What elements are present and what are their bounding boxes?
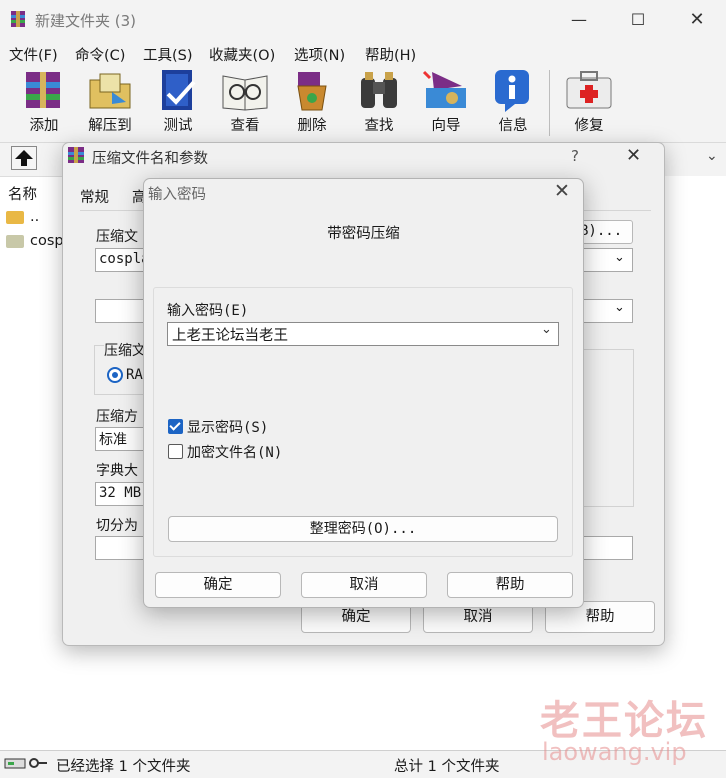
toolbar-add-label: 添加 xyxy=(29,118,59,134)
list-item[interactable]: cosp xyxy=(6,233,64,249)
folder-icon xyxy=(6,234,24,248)
extract-folder-icon xyxy=(89,73,131,109)
help-icon[interactable]: ? xyxy=(571,147,579,165)
wizard-icon xyxy=(422,70,466,108)
dictionary-value: 32 MB xyxy=(99,485,142,501)
toolbar-delete-label: 删除 xyxy=(297,118,327,134)
archive-dialog-title: 压缩文件名和参数 xyxy=(92,151,208,167)
show-password-checkbox[interactable] xyxy=(168,419,183,434)
toolbar-test-button[interactable]: 测试 xyxy=(146,68,210,135)
menu-help[interactable]: 帮助(H) xyxy=(365,44,416,65)
cancel-button[interactable]: 取消 xyxy=(301,572,427,598)
repair-firstaid-icon xyxy=(566,71,612,109)
window-title: 新建文件夹 (3) xyxy=(35,12,137,30)
chevron-down-icon[interactable]: ⌄ xyxy=(614,300,625,315)
toolbar-test-label: 测试 xyxy=(163,118,193,134)
password-label: 输入密码(E) xyxy=(167,303,249,319)
dictionary-label: 字典大 xyxy=(96,463,138,479)
encrypt-names-checkbox[interactable] xyxy=(168,444,183,459)
tab-general[interactable]: 常规 xyxy=(80,186,109,207)
chevron-down-icon[interactable]: ⌄ xyxy=(541,322,552,337)
archive-name-label: 压缩文 xyxy=(96,229,138,245)
close-icon[interactable]: ✕ xyxy=(554,180,570,202)
up-arrow-icon xyxy=(15,150,33,166)
format-radio[interactable] xyxy=(107,367,123,383)
view-book-icon xyxy=(222,75,268,111)
close-icon[interactable]: ✕ xyxy=(626,145,641,166)
column-header-name[interactable]: 名称 xyxy=(8,183,37,204)
toolbar-view-label: 查看 xyxy=(230,118,260,134)
address-dropdown-icon[interactable]: ⌄ xyxy=(706,148,718,164)
minimize-icon[interactable]: — xyxy=(565,8,593,32)
chevron-down-icon[interactable]: ⌄ xyxy=(614,250,625,265)
menu-favorites[interactable]: 收藏夹(O) xyxy=(209,44,275,65)
maximize-icon[interactable]: ☐ xyxy=(624,8,652,32)
toolbar-repair-button[interactable]: 修复 xyxy=(557,68,621,135)
menu-options[interactable]: 选项(N) xyxy=(294,44,345,65)
toolbar-view-button[interactable]: 查看 xyxy=(213,68,277,135)
info-icon xyxy=(495,70,529,112)
toolbar-add-button[interactable]: 添加 xyxy=(12,68,76,135)
show-password-label: 显示密码(S) xyxy=(187,420,269,436)
toolbar-repair-label: 修复 xyxy=(574,118,604,134)
file-name: cosp xyxy=(30,233,64,249)
password-value: 上老王论坛当老王 xyxy=(172,328,288,344)
method-label: 压缩方 xyxy=(96,409,138,425)
watermark-url: laowang.vip xyxy=(542,738,687,766)
test-check-icon xyxy=(162,70,196,110)
ok-button[interactable]: 确定 xyxy=(155,572,281,598)
format-group-label: 压缩文 xyxy=(104,340,146,360)
password-heading: 带密码压缩 xyxy=(327,226,400,242)
winrar-app-icon xyxy=(11,11,25,27)
close-icon[interactable]: ✕ xyxy=(683,8,711,32)
find-binoculars-icon xyxy=(361,72,397,108)
archive-books-icon xyxy=(26,72,60,108)
status-total: 总计 1 个文件夹 xyxy=(394,759,500,775)
up-folder-button[interactable] xyxy=(11,146,37,170)
file-name: .. xyxy=(30,209,40,225)
toolbar-info-button[interactable]: 信息 xyxy=(481,68,545,135)
toolbar-find-label: 查找 xyxy=(364,118,394,134)
toolbar-separator xyxy=(549,70,550,136)
toolbar-extract-label: 解压到 xyxy=(88,118,132,134)
organize-passwords-button[interactable]: 整理密码(O)... xyxy=(168,516,558,542)
encrypt-names-label: 加密文件名(N) xyxy=(187,445,283,461)
browse-button-label: B)... xyxy=(580,223,623,239)
menu-file[interactable]: 文件(F) xyxy=(9,44,58,65)
password-dialog-title: 输入密码 xyxy=(148,187,206,203)
menu-tools[interactable]: 工具(S) xyxy=(143,44,193,65)
options-group xyxy=(582,349,634,507)
status-selection: 已经选择 1 个文件夹 xyxy=(56,759,191,775)
toolbar-find-button[interactable]: 查找 xyxy=(347,68,411,135)
folder-icon xyxy=(6,210,24,224)
menu-commands[interactable]: 命令(C) xyxy=(75,44,125,65)
list-item[interactable]: .. xyxy=(6,209,39,225)
help-button[interactable]: 帮助 xyxy=(447,572,573,598)
winrar-dialog-icon xyxy=(68,147,84,163)
delete-recycle-icon xyxy=(297,72,327,111)
toolbar-info-label: 信息 xyxy=(498,118,528,134)
archive-name-value: cospla xyxy=(99,251,150,267)
method-value: 标准 xyxy=(99,432,127,448)
toolbar-extract-button[interactable]: 解压到 xyxy=(78,68,142,135)
drive-key-icon xyxy=(4,758,47,769)
toolbar-delete-button[interactable]: 删除 xyxy=(280,68,344,135)
toolbar-wizard-button[interactable]: 向导 xyxy=(414,68,478,135)
toolbar-wizard-label: 向导 xyxy=(431,118,461,134)
split-label: 切分为 xyxy=(96,518,138,534)
format-option-label: RA xyxy=(126,367,143,383)
